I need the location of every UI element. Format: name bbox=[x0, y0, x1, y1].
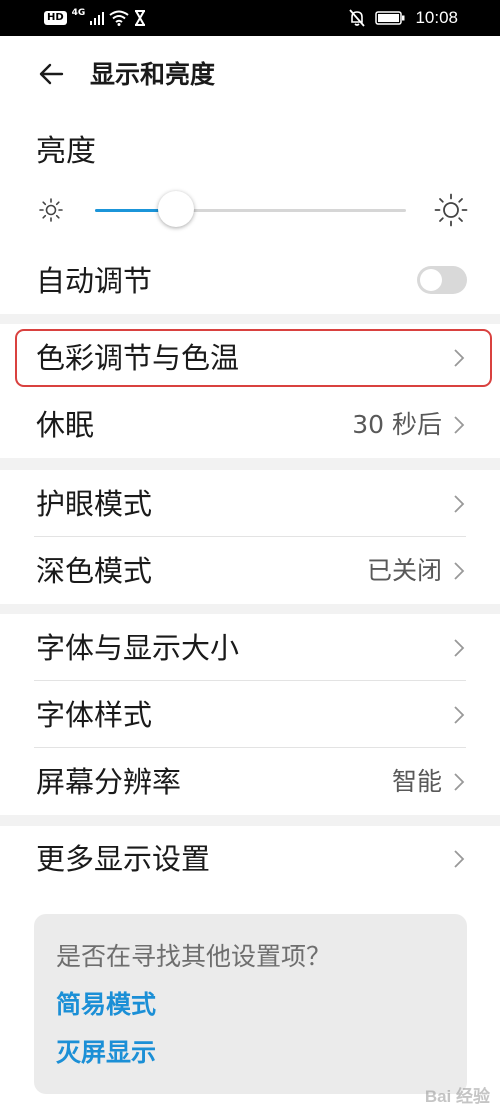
toggle-knob bbox=[420, 269, 442, 291]
font-style-row[interactable]: 字体样式 bbox=[0, 681, 500, 748]
hourglass-icon bbox=[135, 10, 146, 26]
page-title: 显示和亮度 bbox=[90, 60, 216, 89]
highlight-box bbox=[15, 329, 492, 387]
wifi-icon bbox=[109, 10, 129, 26]
resolution-value: 智能 bbox=[391, 766, 442, 796]
chevron-right-icon bbox=[454, 705, 465, 724]
chevron-right-icon bbox=[454, 850, 465, 868]
always-on-display-link[interactable]: 灭屏显示 bbox=[56, 1036, 156, 1070]
hd-badge: HD bbox=[44, 11, 67, 25]
sleep-label: 休眠 bbox=[36, 408, 95, 442]
status-right: 10:08 bbox=[349, 0, 458, 36]
dark-mode-value: 已关闭 bbox=[366, 555, 442, 585]
chevron-right-icon bbox=[454, 638, 465, 657]
status-left: HD 4G bbox=[44, 0, 146, 36]
dark-mode-label: 深色模式 bbox=[36, 553, 153, 588]
back-arrow-icon bbox=[39, 63, 64, 85]
sleep-row[interactable]: 休眠 30 秒后 bbox=[0, 392, 500, 458]
eye-comfort-row[interactable]: 护眼模式 bbox=[0, 470, 500, 537]
baidu-watermark: Bai 经验 bbox=[424, 1087, 490, 1106]
app-header: 显示和亮度 bbox=[0, 36, 500, 116]
suggestion-panel: 是否在寻找其他设置项？ 简易模式 灭屏显示 bbox=[34, 914, 467, 1094]
auto-adjust-label: 自动调节 bbox=[36, 264, 153, 298]
mute-icon bbox=[349, 9, 366, 27]
signal-icon bbox=[90, 12, 105, 25]
resolution-label: 屏幕分辨率 bbox=[36, 764, 182, 799]
chevron-right-icon bbox=[454, 561, 465, 580]
brightness-title: 亮度 bbox=[36, 134, 96, 169]
resolution-row[interactable]: 屏幕分辨率 智能 bbox=[0, 748, 500, 815]
brightness-low-icon bbox=[39, 198, 63, 222]
simple-mode-link[interactable]: 简易模式 bbox=[56, 988, 156, 1022]
battery-icon bbox=[375, 11, 405, 25]
brightness-slider-track[interactable] bbox=[95, 209, 406, 212]
network-type: 4G bbox=[71, 8, 86, 18]
sleep-value: 30 秒后 bbox=[352, 410, 442, 439]
font-display-size-label: 字体与显示大小 bbox=[36, 630, 240, 665]
status-bar: HD 4G 10:08 bbox=[0, 0, 500, 36]
brightness-high-icon bbox=[434, 193, 468, 227]
more-display-label: 更多显示设置 bbox=[36, 842, 211, 876]
auto-adjust-toggle[interactable] bbox=[417, 266, 467, 294]
status-time: 10:08 bbox=[415, 8, 458, 27]
eye-comfort-label: 护眼模式 bbox=[36, 486, 153, 521]
brightness-slider-thumb[interactable] bbox=[158, 191, 194, 227]
chevron-right-icon bbox=[454, 416, 465, 434]
font-style-label: 字体样式 bbox=[36, 697, 153, 732]
more-display-row[interactable]: 更多显示设置 bbox=[0, 826, 500, 892]
chevron-right-icon bbox=[454, 494, 465, 513]
dark-mode-row[interactable]: 深色模式 已关闭 bbox=[0, 537, 500, 604]
eye-dark-card: 护眼模式 深色模式 已关闭 bbox=[0, 470, 500, 604]
chevron-right-icon bbox=[454, 772, 465, 791]
back-button[interactable] bbox=[33, 56, 69, 92]
font-display-size-row[interactable]: 字体与显示大小 bbox=[0, 614, 500, 681]
font-resolution-card: 字体与显示大小 字体样式 屏幕分辨率 智能 bbox=[0, 614, 500, 815]
suggestion-title: 是否在寻找其他设置项？ bbox=[56, 942, 332, 971]
